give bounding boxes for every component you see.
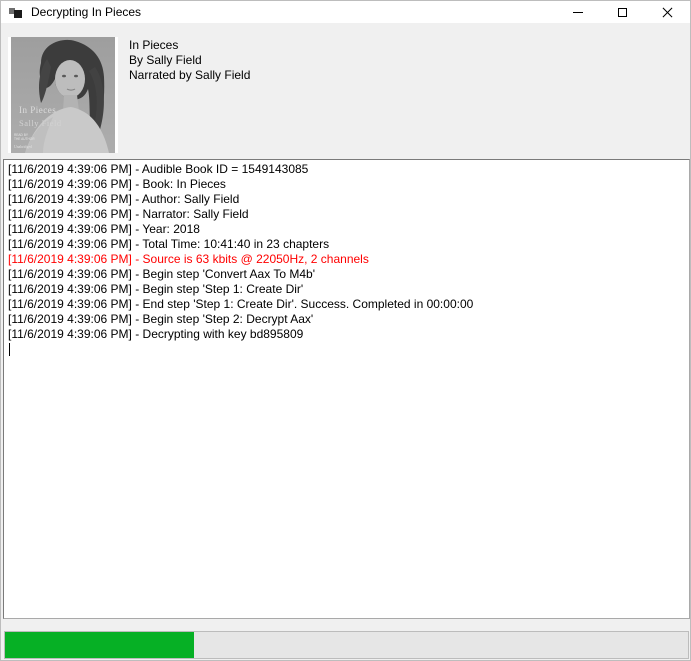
log-line: [11/6/2019 4:39:06 PM] - Begin step 'Ste… <box>8 282 685 297</box>
log-area[interactable]: [11/6/2019 4:39:06 PM] - Audible Book ID… <box>3 159 690 619</box>
log-lines: [11/6/2019 4:39:06 PM] - Audible Book ID… <box>8 162 685 342</box>
log-line: [11/6/2019 4:39:06 PM] - Book: In Pieces <box>8 177 685 192</box>
log-line: [11/6/2019 4:39:06 PM] - Begin step 'Con… <box>8 267 685 282</box>
minimize-icon <box>573 12 583 13</box>
app-window: Decrypting In Pieces <box>0 0 691 661</box>
cover-title-text: In Pieces <box>19 105 56 115</box>
book-title: In Pieces <box>129 38 250 53</box>
minimize-button[interactable] <box>555 1 600 23</box>
maximize-icon <box>618 8 627 17</box>
maximize-button[interactable] <box>600 1 645 23</box>
book-cover-image: In Pieces Sally Field READ BY THE AUTHOR… <box>8 37 118 153</box>
cover-author-text: Sally Field <box>19 118 62 128</box>
log-line: [11/6/2019 4:39:06 PM] - Begin step 'Ste… <box>8 312 685 327</box>
window-controls <box>555 1 690 23</box>
book-narrator-line: Narrated by Sally Field <box>129 68 250 83</box>
titlebar[interactable]: Decrypting In Pieces <box>1 1 690 23</box>
log-line: [11/6/2019 4:39:06 PM] - Decrypting with… <box>8 327 685 342</box>
progress-fill <box>5 632 194 658</box>
caret-line <box>8 342 685 357</box>
cover-art: In Pieces Sally Field READ BY THE AUTHOR… <box>11 37 115 153</box>
close-icon <box>662 7 673 18</box>
log-line: [11/6/2019 4:39:06 PM] - Source is 63 kb… <box>8 252 685 267</box>
log-line: [11/6/2019 4:39:06 PM] - Total Time: 10:… <box>8 237 685 252</box>
log-line: [11/6/2019 4:39:06 PM] - Year: 2018 <box>8 222 685 237</box>
cover-readby-text2: THE AUTHOR <box>14 137 35 141</box>
close-button[interactable] <box>645 1 690 23</box>
log-line: [11/6/2019 4:39:06 PM] - Audible Book ID… <box>8 162 685 177</box>
log-line: [11/6/2019 4:39:06 PM] - Narrator: Sally… <box>8 207 685 222</box>
app-icon <box>9 6 22 18</box>
progress-bar <box>4 631 689 659</box>
log-line: [11/6/2019 4:39:06 PM] - Author: Sally F… <box>8 192 685 207</box>
log-line: [11/6/2019 4:39:06 PM] - End step 'Step … <box>8 297 685 312</box>
text-caret <box>9 343 10 356</box>
book-info: In Pieces By Sally Field Narrated by Sal… <box>129 38 250 83</box>
window-title: Decrypting In Pieces <box>31 5 141 19</box>
cover-unabridged-text: Unabridged <box>14 145 32 149</box>
book-author-line: By Sally Field <box>129 53 250 68</box>
